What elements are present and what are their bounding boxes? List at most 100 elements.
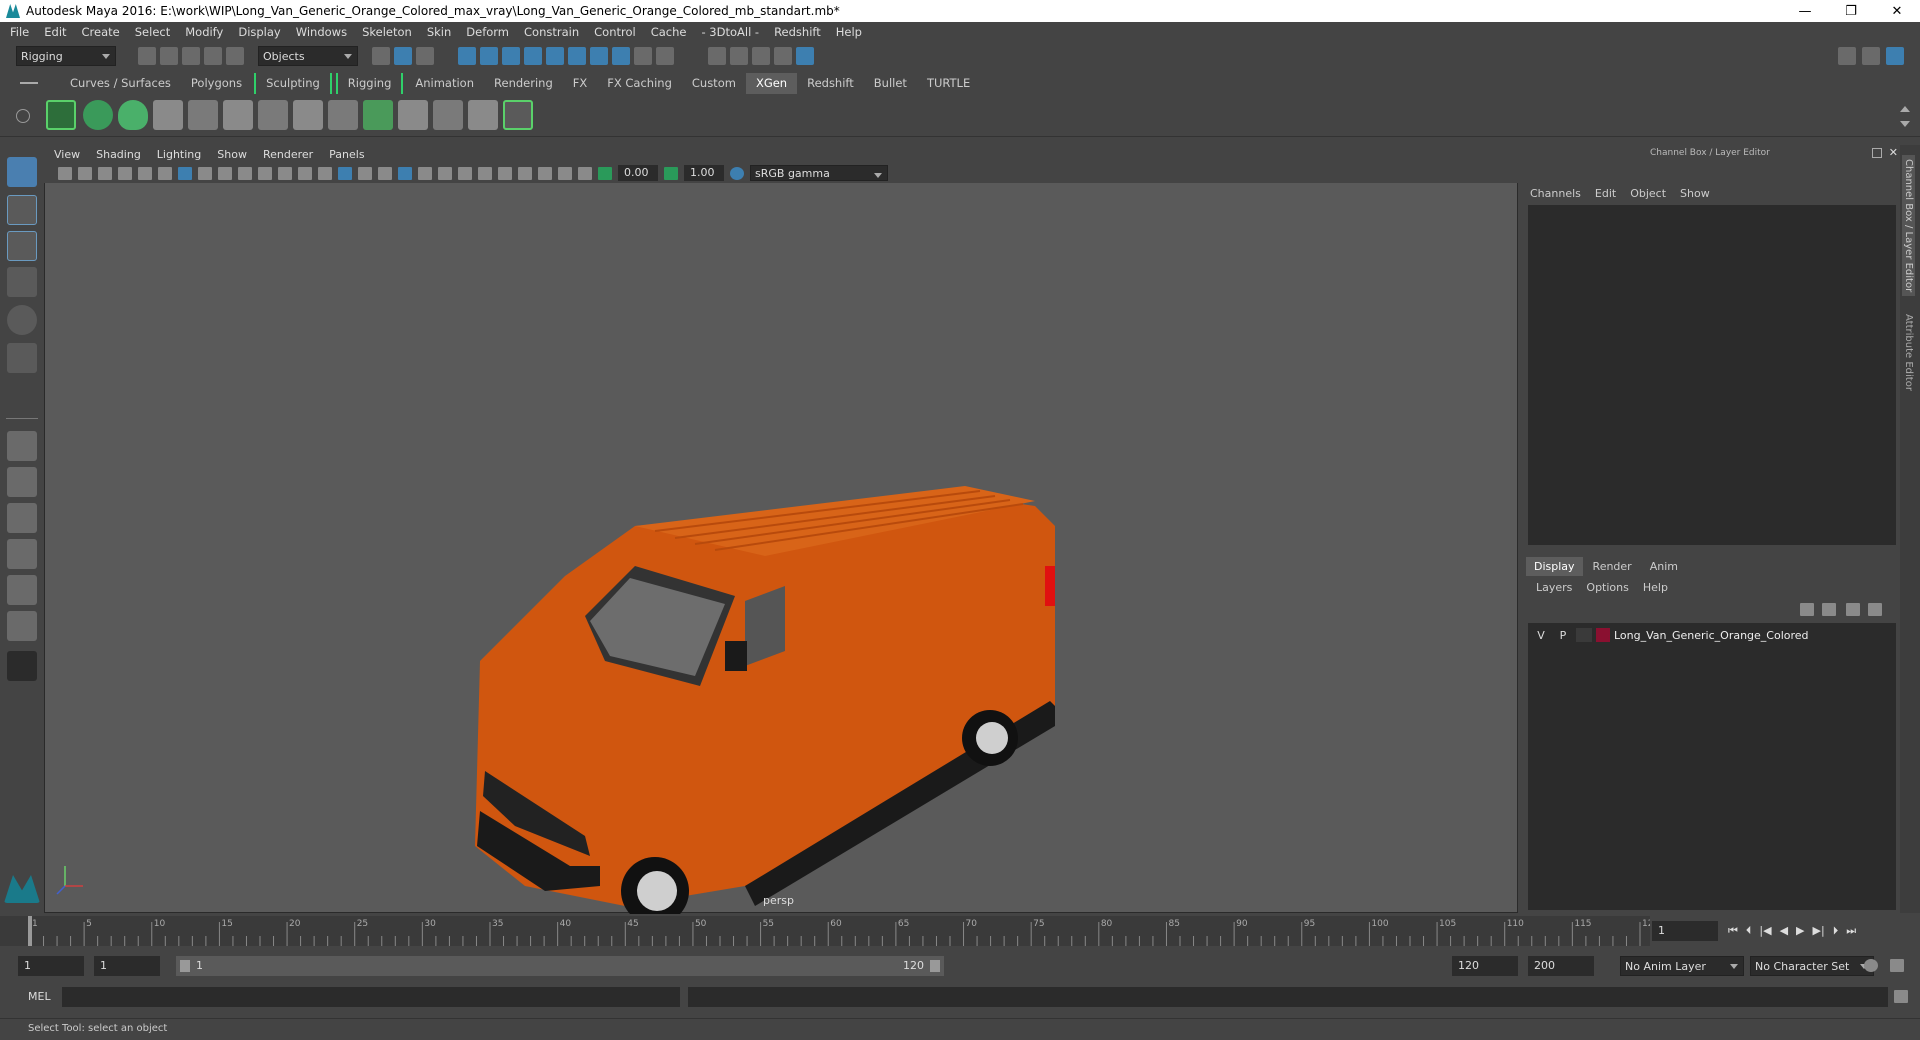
layer-menu-options[interactable]: Options: [1586, 581, 1628, 594]
shelf-tab-fx-caching[interactable]: FX Caching: [597, 73, 682, 94]
layer-tab-anim[interactable]: Anim: [1642, 557, 1686, 576]
place-guides-icon[interactable]: [153, 100, 183, 130]
layer-tab-display[interactable]: Display: [1526, 557, 1583, 576]
shelf-options-icon[interactable]: [16, 109, 30, 123]
minimize-button[interactable]: —: [1782, 0, 1828, 22]
auto-key-icon[interactable]: [1864, 959, 1878, 972]
cb-menu-edit[interactable]: Edit: [1595, 187, 1616, 200]
current-time-marker[interactable]: [28, 916, 32, 946]
van-model-render[interactable]: [45, 146, 1519, 914]
goto-end-icon[interactable]: ⏭: [1846, 924, 1856, 938]
resolution-gate-icon[interactable]: [218, 166, 232, 180]
move-tool-icon[interactable]: [7, 267, 37, 297]
shelf-tab-rigging[interactable]: Rigging: [335, 72, 404, 94]
hypershade-icon[interactable]: [796, 47, 814, 65]
menu-cache[interactable]: Cache: [651, 25, 687, 39]
layer-menu-layers[interactable]: Layers: [1536, 581, 1572, 594]
gamma-icon[interactable]: [664, 166, 678, 180]
xray-icon[interactable]: [538, 166, 552, 180]
layer-name[interactable]: Long_Van_Generic_Orange_Colored: [1614, 629, 1809, 642]
scene-end-field[interactable]: 200: [1528, 956, 1594, 976]
character-set-dropdown[interactable]: No Character Set: [1750, 956, 1874, 976]
shelf-tab-polygons[interactable]: Polygons: [181, 73, 252, 94]
lasso-tool-icon[interactable]: [7, 195, 37, 225]
isolate-select-icon[interactable]: [518, 166, 532, 180]
menu-edit[interactable]: Edit: [44, 25, 66, 39]
lock-guides-icon[interactable]: [293, 100, 323, 130]
select-by-hierarchy-icon[interactable]: [372, 47, 390, 65]
menu-windows[interactable]: Windows: [296, 25, 347, 39]
gamma-field[interactable]: 1.00: [684, 165, 724, 181]
play-forward-icon[interactable]: ▶: [1796, 924, 1804, 938]
layer-display-type[interactable]: [1576, 628, 1592, 642]
screen-space-ao-icon[interactable]: [438, 166, 452, 180]
four-pane-layout-icon[interactable]: [7, 467, 37, 497]
menuset-dropdown[interactable]: Rigging: [16, 46, 116, 66]
panel-close-icon[interactable]: ✕: [1889, 146, 1898, 159]
motion-blur-icon[interactable]: [458, 166, 472, 180]
wireframe-icon[interactable]: [318, 166, 332, 180]
snap-surface-icon[interactable]: [568, 47, 586, 65]
shelf-tab-fx[interactable]: FX: [563, 73, 598, 94]
paint-select-tool-icon[interactable]: [7, 231, 37, 261]
toggle-outliner-icon[interactable]: [1862, 47, 1880, 65]
menu-file[interactable]: File: [10, 25, 29, 39]
workspace-icon[interactable]: [1838, 47, 1856, 65]
menu-3dtoall[interactable]: - 3DtoAll -: [701, 25, 759, 39]
menu-skeleton[interactable]: Skeleton: [362, 25, 412, 39]
render-frame-icon[interactable]: [708, 47, 726, 65]
shelf-scroll-down-icon[interactable]: [1900, 121, 1910, 132]
history-icon[interactable]: [590, 47, 608, 65]
use-all-lights-icon[interactable]: [398, 166, 412, 180]
side-tab-attribute-editor[interactable]: Attribute Editor: [1902, 310, 1915, 395]
select-by-object-icon[interactable]: [394, 47, 412, 65]
shelf-tab-animation[interactable]: Animation: [405, 73, 484, 94]
input-ops-icon[interactable]: [656, 47, 674, 65]
normalize-guides-icon[interactable]: [433, 100, 463, 130]
guide-tool-icon[interactable]: [223, 100, 253, 130]
menu-deform[interactable]: Deform: [466, 25, 509, 39]
menu-skin[interactable]: Skin: [427, 25, 451, 39]
camera-lock-icon[interactable]: [78, 166, 92, 180]
range-slider[interactable]: 1 120: [176, 956, 944, 976]
grid-icon[interactable]: [178, 166, 192, 180]
layer-color-swatch[interactable]: [1596, 628, 1610, 642]
camera-attr-icon[interactable]: [58, 166, 72, 180]
menu-modify[interactable]: Modify: [185, 25, 223, 39]
render-settings-icon[interactable]: [774, 47, 792, 65]
shelf-scroll-up-icon[interactable]: [1900, 101, 1910, 112]
xgen-batch-icon[interactable]: [503, 100, 533, 130]
layer-row[interactable]: V P Long_Van_Generic_Orange_Colored: [1528, 626, 1896, 644]
step-forward-frame-icon[interactable]: ▶|: [1813, 924, 1825, 938]
select-tool-icon[interactable]: [7, 157, 37, 187]
time-slider[interactable]: 1 5 10 15 20 25 30 35 40 45 50 55 60 65 70 75 80 85 90 95 10…: [20, 916, 1659, 946]
menu-display[interactable]: Display: [238, 25, 280, 39]
select-by-component-icon[interactable]: [416, 47, 434, 65]
move-layer-up-icon[interactable]: [1800, 603, 1814, 616]
depth-of-field-icon[interactable]: [498, 166, 512, 180]
toggle-channel-box-icon[interactable]: [1886, 47, 1904, 65]
side-by-side-layout-icon[interactable]: [7, 503, 37, 533]
single-pane-layout-icon[interactable]: [7, 431, 37, 461]
menu-select[interactable]: Select: [135, 25, 170, 39]
create-description-icon[interactable]: [118, 100, 148, 130]
scene-start-field[interactable]: 1: [18, 956, 84, 976]
gate-mask-icon[interactable]: [238, 166, 252, 180]
grease-pencil-icon[interactable]: [158, 166, 172, 180]
lock-icon[interactable]: [634, 47, 652, 65]
layer-playback-toggle[interactable]: P: [1554, 629, 1572, 642]
menu-help[interactable]: Help: [836, 25, 862, 39]
selection-mode-dropdown[interactable]: Objects: [258, 46, 358, 66]
layer-tab-render[interactable]: Render: [1583, 557, 1642, 576]
move-layer-down-icon[interactable]: [1822, 603, 1836, 616]
menu-constrain[interactable]: Constrain: [524, 25, 579, 39]
vp-menu-panels[interactable]: Panels: [329, 148, 364, 161]
panel-float-icon[interactable]: [1872, 148, 1882, 158]
step-forward-key-icon[interactable]: ⏵: [1833, 924, 1839, 938]
step-back-frame-icon[interactable]: |◀: [1759, 924, 1771, 938]
anim-layer-dropdown[interactable]: No Anim Layer: [1620, 956, 1744, 976]
new-empty-layer-icon[interactable]: [1846, 603, 1860, 616]
layout-more-icon[interactable]: [7, 651, 37, 681]
shelf-tab-redshift[interactable]: Redshift: [797, 73, 864, 94]
textured-icon[interactable]: [378, 166, 392, 180]
